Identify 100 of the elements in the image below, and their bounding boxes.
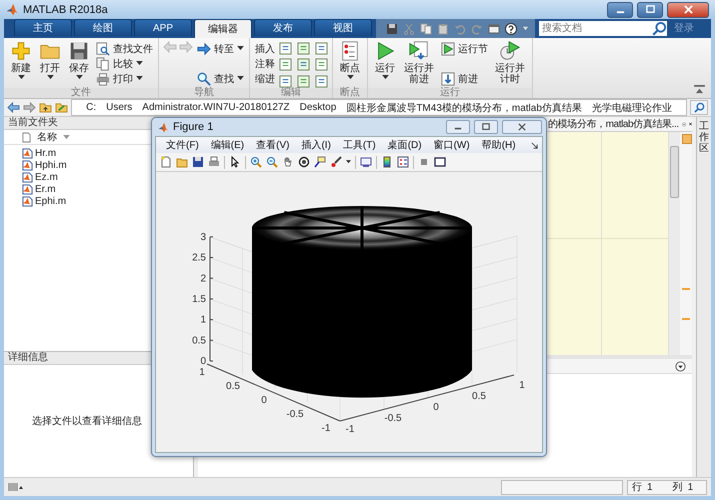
minimize-button[interactable] [446, 120, 470, 134]
path-field[interactable]: C: Users Administrator.WIN7U-20180127Z Desktop 圆柱形金属波导TM43模的模场分布，matlab仿真结果 光学电磁理论作业 [71, 99, 687, 116]
rotate-icon[interactable] [298, 156, 310, 168]
ribbon-tab[interactable]: 绘图 [74, 19, 132, 36]
menu-item[interactable]: 窗口(W) [428, 138, 476, 152]
save-icon[interactable] [192, 156, 204, 168]
ribbon-button[interactable]: 查找文件 [95, 41, 154, 56]
ribbon-tab[interactable]: 视图 [314, 19, 372, 36]
editor-tab[interactable]: 的模场分布，matlab仿真结果... [548, 117, 679, 131]
document-icon[interactable] [297, 74, 310, 88]
plot-frame-icon[interactable] [434, 156, 446, 168]
back-arrow-icon[interactable] [7, 102, 20, 113]
document-icon[interactable] [279, 42, 292, 55]
square-icon[interactable] [418, 156, 430, 168]
path-segment[interactable]: 圆柱形金属波导TM43模的模场分布，matlab仿真结果 [346, 100, 582, 114]
ribbon-tab[interactable]: 发布 [254, 19, 312, 36]
maximize-button[interactable] [474, 120, 498, 134]
menu-item[interactable]: 工具(T) [336, 138, 382, 152]
path-segment[interactable]: Administrator.WIN7U-20180127Z [142, 102, 290, 113]
save-icon[interactable] [386, 22, 398, 34]
paste-icon[interactable] [437, 22, 449, 34]
document-icon[interactable] [315, 42, 328, 55]
zoom-in-icon[interactable] [250, 156, 262, 168]
file-item[interactable]: Ez.m [22, 171, 58, 183]
menu-item[interactable]: 文件(F) [160, 138, 205, 152]
scrollbar[interactable] [668, 132, 680, 355]
path-segment[interactable]: C: [86, 102, 96, 113]
grip-icon[interactable] [8, 482, 24, 492]
up-folder-icon[interactable] [39, 102, 52, 113]
ribbon-button[interactable]: 保存 [66, 40, 92, 80]
warning-marker[interactable] [682, 318, 690, 320]
close-button[interactable] [667, 2, 709, 18]
ribbon-button[interactable]: 运行并计时 [492, 40, 528, 85]
brush-icon[interactable] [330, 156, 342, 168]
collapse-ribbon-icon[interactable] [694, 85, 705, 94]
pointer-icon[interactable] [229, 156, 241, 168]
minimize-button[interactable] [607, 2, 633, 18]
legend-icon[interactable] [397, 156, 409, 168]
file-item[interactable]: Hphi.m [22, 159, 67, 171]
ribbon-button[interactable]: 缩进 [254, 71, 276, 86]
figure-window[interactable]: Figure 1 文件(F) 编辑(E) 查看(V) 插入(I) 工具(T) 桌面(D) 窗口(W) 帮助(H) 3 2.5 2 1.5 1 0.5 0 1 0.5 0 -0.5 -1 -1 -0.5 0 0.5 1 [151, 117, 547, 457]
search-icon[interactable] [652, 21, 667, 36]
ribbon-button[interactable]: 运行并前进 [401, 40, 437, 85]
new-file-icon[interactable] [160, 156, 172, 168]
menu-item[interactable]: 查看(V) [250, 138, 296, 152]
ribbon-button[interactable]: 打开 [37, 40, 63, 80]
ribbon-button[interactable]: 运行 [372, 40, 398, 80]
ribbon-button[interactable]: 转至 [196, 41, 245, 56]
file-item[interactable]: Ephi.m [22, 195, 66, 207]
hand-icon[interactable] [282, 156, 294, 168]
document-icon[interactable] [279, 74, 292, 88]
dropdown-circle-icon[interactable] [675, 360, 686, 372]
ribbon-tab[interactable]: APP [134, 19, 192, 36]
menu-item[interactable]: 帮助(H) [476, 138, 522, 152]
document-icon[interactable] [315, 58, 328, 72]
folder-icon[interactable] [176, 156, 188, 168]
close-button[interactable] [502, 120, 542, 134]
caret-icon [346, 75, 354, 80]
sort-caret-icon[interactable] [63, 134, 70, 140]
ribbon-tab[interactable]: 编辑器 [194, 19, 252, 38]
ribbon-button[interactable]: 新建 [8, 40, 34, 80]
caret-icon [237, 46, 244, 51]
workspace-tab[interactable]: 工作区 [699, 121, 709, 154]
menu-item[interactable]: 插入(I) [295, 138, 337, 152]
document-icon[interactable] [297, 58, 310, 72]
window-switch-icon[interactable] [488, 22, 500, 34]
zoom-out-icon[interactable] [266, 156, 278, 168]
menu-item[interactable]: 桌面(D) [382, 138, 428, 152]
column-header[interactable]: 名称 [37, 130, 57, 144]
ribbon-tab[interactable]: 主页 [14, 19, 72, 36]
menu-item[interactable]: 编辑(E) [204, 138, 250, 152]
ribbon-button[interactable]: 注释 [254, 56, 276, 71]
ribbon-button[interactable]: 断点 [337, 40, 363, 80]
scrollbar-thumb[interactable] [670, 146, 679, 198]
file-item[interactable]: Hr.m [22, 147, 56, 159]
printer-icon[interactable] [208, 156, 220, 168]
file-item[interactable]: Er.m [22, 183, 56, 195]
plus-icon [10, 40, 32, 62]
warning-marker[interactable] [682, 288, 690, 290]
ribbon-button[interactable]: 插入 [254, 41, 276, 56]
path-segment[interactable]: Desktop [300, 102, 336, 113]
dock-arrow-icon[interactable] [531, 142, 538, 148]
search-button[interactable] [690, 100, 708, 115]
document-icon[interactable] [297, 42, 310, 55]
path-segment[interactable]: 光学电磁理论作业 [592, 100, 672, 114]
ribbon-button[interactable]: 前进 [440, 71, 489, 86]
help-icon[interactable] [505, 22, 517, 34]
document-icon[interactable] [315, 74, 328, 88]
maximize-button[interactable] [637, 2, 663, 18]
caret-icon[interactable] [346, 160, 351, 164]
document-icon[interactable] [279, 58, 292, 72]
ribbon-button[interactable]: 比较 [95, 56, 154, 71]
colorbar-icon[interactable] [381, 156, 393, 168]
ribbon-button[interactable]: 打印 [95, 71, 154, 86]
ribbon-button[interactable]: 查找 [196, 71, 245, 86]
path-segment[interactable]: Users [106, 102, 132, 113]
close-icon[interactable] [688, 120, 692, 128]
copy-icon[interactable] [420, 22, 432, 34]
ribbon-button[interactable]: 运行节 [440, 41, 489, 56]
data-cursor-icon[interactable] [314, 156, 326, 168]
